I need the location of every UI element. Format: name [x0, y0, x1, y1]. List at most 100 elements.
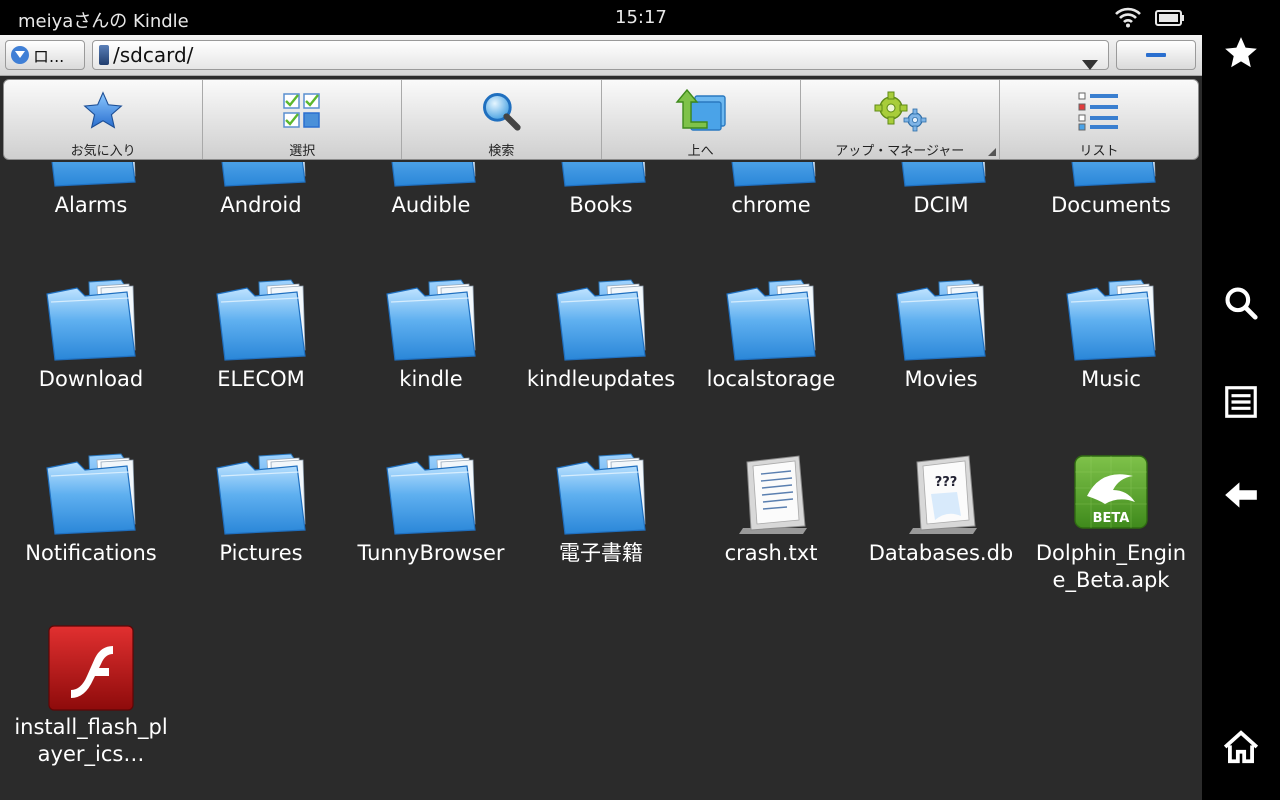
file-name-label: Download	[38, 367, 144, 391]
folder-item[interactable]: kindle	[346, 276, 516, 393]
folder-icon	[1061, 162, 1161, 192]
toolbar-label: リスト	[1079, 144, 1119, 159]
file-name-label: Notifications	[25, 541, 157, 565]
toolbar-label: アップ・マネージャー	[835, 144, 965, 159]
toolbar-label: 上へ	[687, 144, 714, 159]
current-path: /sdcard/	[113, 43, 194, 67]
folder-item[interactable]: Audible	[346, 162, 516, 219]
battery-icon	[1155, 10, 1185, 30]
folder-icon	[381, 276, 481, 366]
file-name-label: kindle	[399, 367, 463, 391]
folder-icon	[891, 276, 991, 366]
list-view-icon	[1076, 88, 1122, 134]
clock: 15:17	[615, 7, 667, 28]
gears-icon	[869, 88, 931, 134]
toolbar-favorites-button[interactable]: お気に入り	[4, 80, 204, 159]
text-file-item[interactable]: crash.txt	[686, 450, 856, 567]
folder-item[interactable]: Movies	[856, 276, 1026, 393]
magnifier-icon	[479, 88, 523, 134]
apk-file-item[interactable]: BETA Dolphin_Engine_Beta.apk	[1026, 450, 1196, 594]
file-name-label: Pictures	[219, 541, 303, 565]
folder-icon	[211, 276, 311, 366]
folder-icon	[721, 276, 821, 366]
folder-item[interactable]: kindleupdates	[516, 276, 686, 393]
folder-item[interactable]: Alarms	[6, 162, 176, 219]
system-nav-rail	[1202, 0, 1280, 800]
quick-access-label: ロ...	[33, 47, 65, 66]
folder-icon	[721, 162, 821, 192]
toolbar-list-button[interactable]: リスト	[1000, 80, 1198, 159]
svg-text:???: ???	[935, 475, 958, 490]
flash-file-item[interactable]: install_flash_player_ics…	[6, 624, 176, 768]
star-icon	[80, 88, 126, 134]
file-name-label: Alarms	[54, 193, 128, 217]
folder-icon	[551, 162, 651, 192]
menu-icon[interactable]	[1202, 372, 1280, 432]
folder-icon	[211, 162, 311, 192]
toolbar-label: お気に入り	[70, 144, 136, 159]
folder-item[interactable]: Documents	[1026, 162, 1196, 219]
file-name-label: TunnyBrowser	[357, 541, 505, 565]
folder-item[interactable]: ELECOM	[176, 276, 346, 393]
file-name-label: install_flash_player_ics…	[14, 715, 168, 766]
file-name-label: DCIM	[913, 193, 969, 217]
screen: meiyaさんの Kindle 15:17 ロ... /sdcard/ お気に入…	[0, 0, 1280, 800]
submenu-indicator-icon	[987, 148, 996, 156]
folder-item[interactable]: localstorage	[686, 276, 856, 393]
file-name-label: Audible	[391, 193, 471, 217]
folder-item[interactable]: Pictures	[176, 450, 346, 567]
unknown-file-item[interactable]: ??? Databases.db	[856, 450, 1026, 567]
toolbar-label: 検索	[488, 144, 515, 159]
folder-icon	[41, 162, 141, 192]
dolphin-apk-icon: BETA	[1061, 450, 1161, 540]
flash-player-icon	[41, 624, 141, 714]
search-icon[interactable]	[1202, 273, 1280, 333]
folder-icon	[381, 450, 481, 540]
file-grid: Alarms Android Audible Books chrome DCIM…	[6, 162, 1196, 800]
path-dropdown-icon[interactable]	[1082, 51, 1098, 75]
back-icon[interactable]	[1202, 465, 1280, 525]
file-name-label: localstorage	[706, 367, 836, 391]
folder-item[interactable]: Download	[6, 276, 176, 393]
device-owner-label: meiyaさんの Kindle	[18, 11, 189, 32]
folder-icon	[1061, 276, 1161, 366]
folder-item[interactable]: 電子書籍	[516, 450, 686, 567]
folder-item[interactable]: Notifications	[6, 450, 176, 567]
home-icon[interactable]	[1202, 717, 1280, 777]
toolbar-search-button[interactable]: 検索	[402, 80, 602, 159]
folder-icon	[891, 162, 991, 192]
toolbar-app-manager-button[interactable]: アップ・マネージャー	[801, 80, 1000, 159]
minimize-button[interactable]	[1116, 40, 1196, 70]
path-field[interactable]: /sdcard/	[92, 40, 1109, 70]
chevron-down-icon	[11, 46, 29, 64]
quick-access-button[interactable]: ロ...	[5, 40, 85, 70]
up-folder-icon	[673, 88, 729, 134]
folder-icon	[551, 450, 651, 540]
folder-icon	[381, 162, 481, 192]
folder-item[interactable]: chrome	[686, 162, 856, 219]
toolbar-up-button[interactable]: 上へ	[602, 80, 801, 159]
folder-icon	[211, 450, 311, 540]
file-name-label: kindleupdates	[526, 367, 676, 391]
folder-icon	[41, 276, 141, 366]
folder-item[interactable]: TunnyBrowser	[346, 450, 516, 567]
file-name-label: Databases.db	[868, 541, 1014, 565]
favorite-star-icon[interactable]	[1202, 23, 1280, 83]
sdcard-icon	[99, 45, 109, 65]
file-name-label: Movies	[904, 367, 978, 391]
wifi-icon	[1114, 6, 1142, 32]
toolbar-select-button[interactable]: 選択	[203, 80, 403, 159]
file-name-label: 電子書籍	[559, 541, 643, 565]
select-checklist-icon	[280, 88, 324, 134]
unknown-file-icon: ???	[891, 450, 991, 540]
folder-item[interactable]: DCIM	[856, 162, 1026, 219]
apk-badge-text: BETA	[1093, 511, 1130, 526]
folder-item[interactable]: Books	[516, 162, 686, 219]
folder-item[interactable]: Music	[1026, 276, 1196, 393]
toolbar: お気に入り 選択 検索 上へ アップ・マネージャー リスト	[3, 79, 1199, 160]
file-name-label: Android	[220, 193, 302, 217]
file-name-label: Books	[569, 193, 633, 217]
folder-item[interactable]: Android	[176, 162, 346, 219]
address-bar: ロ... /sdcard/	[0, 35, 1202, 76]
file-name-label: ELECOM	[217, 367, 305, 391]
